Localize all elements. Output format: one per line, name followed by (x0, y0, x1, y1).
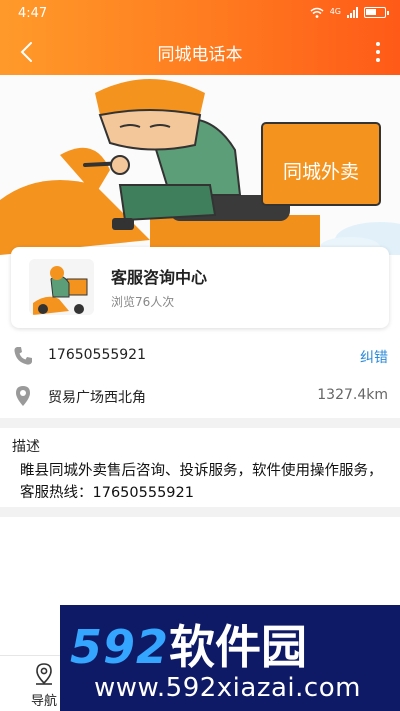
status-time: 4:47 (18, 6, 48, 21)
site-watermark: 592软件园 www.592xiazai.com (60, 605, 400, 711)
header-bar: 4:47 4G 同城电话本 (0, 0, 400, 75)
page-title: 同城电话本 (157, 45, 243, 65)
app-bar: 同城电话本 (0, 28, 400, 75)
location-pin-icon (12, 385, 34, 407)
signal-icon (347, 6, 358, 18)
more-vertical-icon (376, 42, 380, 46)
merchant-thumbnail-image (29, 259, 94, 315)
watermark-logo: 592软件园 (70, 611, 307, 677)
banner-box-label: 同城外卖 (283, 161, 359, 183)
watermark-logo-digits: 592 (70, 620, 170, 674)
phone-row[interactable]: 17650555921 纠错 (0, 336, 400, 376)
wifi-icon (310, 7, 324, 18)
merchant-name: 客服咨询中心 (111, 268, 208, 287)
battery-icon (364, 6, 389, 18)
section-divider (0, 418, 400, 428)
more-button[interactable] (366, 36, 390, 68)
phone-icon (12, 345, 34, 367)
phone-number[interactable]: 17650555921 (48, 347, 146, 363)
merchant-card[interactable]: 客服咨询中心 浏览76人次 (11, 247, 389, 328)
banner-image: 同城外卖 (0, 75, 400, 255)
distance-text: 1327.4km (317, 387, 388, 403)
correct-error-link[interactable]: 纠错 (360, 347, 388, 367)
delivery-rider-illustration: 同城外卖 (0, 79, 400, 255)
view-count: 浏览76人次 (111, 295, 175, 309)
status-bar: 4:47 4G (0, 0, 400, 28)
status-icons: 4G (310, 6, 389, 18)
address-text: 贸易广场西北角 (48, 390, 146, 406)
watermark-url: www.592xiazai.com (94, 673, 361, 703)
watermark-logo-text: 软件园 (169, 620, 308, 674)
navigation-pin-icon (36, 663, 52, 685)
network-type: 4G (329, 7, 341, 16)
merchant-thumbnail (29, 259, 94, 315)
address-row[interactable]: 贸易广场西北角 1327.4km (0, 376, 400, 416)
section-divider (0, 507, 400, 517)
description-label: 描述 (12, 439, 40, 455)
description-text: 睢县同城外卖售后咨询、投诉服务，软件使用操作服务，客服热线：1765055592… (20, 463, 383, 501)
